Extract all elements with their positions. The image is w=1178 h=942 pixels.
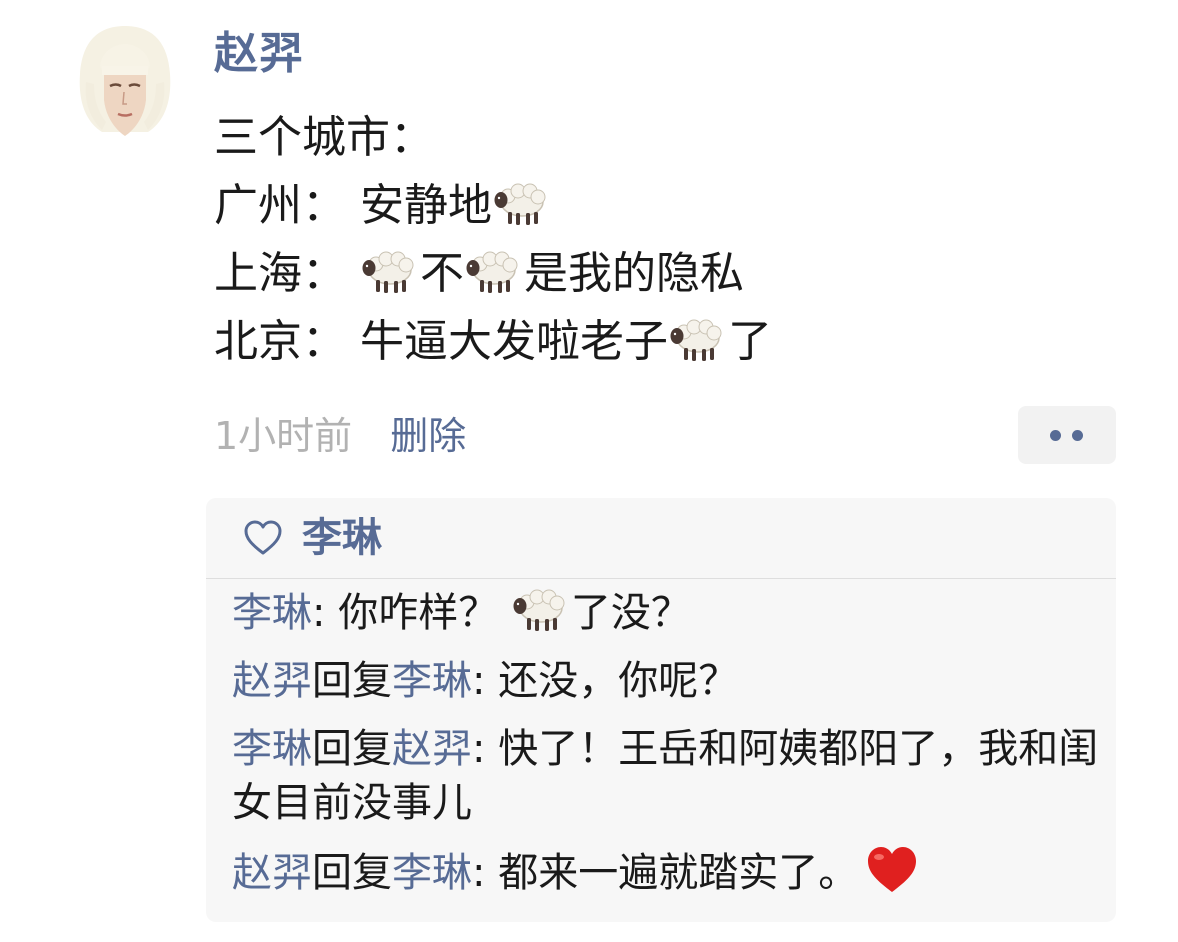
- post-line-text: 上海：: [214, 248, 360, 299]
- post-line-text: 三个城市：: [214, 112, 434, 163]
- reply-word: 回复: [312, 726, 392, 772]
- post-timestamp: 1小时前: [214, 414, 353, 458]
- post-line-text: 了: [728, 316, 772, 367]
- comment-section: 李琳 李琳: 你咋样？ 了没？ 赵羿回复李琳: 还没，你呢？ 李琳回复赵羿: 快…: [206, 498, 1116, 922]
- post-line: 北京： 牛逼大发啦老子 了: [214, 308, 1114, 376]
- comment-author[interactable]: 赵羿: [232, 658, 312, 704]
- comment-item[interactable]: 李琳: 你咋样？ 了没？: [232, 584, 1102, 640]
- avatar[interactable]: [76, 22, 174, 146]
- heart-outline-icon: [244, 520, 282, 555]
- reply-word: 回复: [312, 658, 392, 704]
- sheep-emoji-icon: [668, 314, 728, 364]
- likes-row: 李琳: [206, 498, 1116, 579]
- post-line-text: 不: [420, 248, 464, 299]
- delete-link[interactable]: 删除: [390, 414, 466, 458]
- reply-target[interactable]: 李琳: [392, 658, 472, 704]
- post-content: 三个城市： 广州： 安静地 上海： 不 是我的隐私 北京： 牛逼大发啦老子 了: [214, 104, 1114, 376]
- more-dots-icon: [1072, 430, 1083, 441]
- post-author-name[interactable]: 赵羿: [214, 24, 304, 84]
- post-line: 广州： 安静地: [214, 172, 1114, 240]
- sheep-emoji-icon: [492, 178, 552, 228]
- comment-item[interactable]: 赵羿回复李琳: 还没，你呢？: [232, 654, 1102, 708]
- comment-text: 了没？: [570, 590, 691, 636]
- comment-text: : 还没，你呢？: [472, 658, 739, 704]
- post-line: 三个城市：: [214, 104, 1114, 172]
- more-dots-icon: [1050, 430, 1061, 441]
- comment-author[interactable]: 李琳: [232, 590, 312, 636]
- post-meta: 1小时前 删除: [214, 408, 466, 464]
- more-actions-button[interactable]: [1018, 406, 1116, 464]
- sheep-emoji-icon: [464, 246, 524, 296]
- post-line-text: 是我的隐私: [524, 248, 744, 299]
- comment-author[interactable]: 李琳: [232, 726, 312, 772]
- reply-target[interactable]: 李琳: [392, 850, 472, 896]
- comment-text: : 都来一遍就踏实了。: [472, 850, 859, 896]
- post-line-text: 北京： 牛逼大发啦老子: [214, 316, 668, 367]
- comment-text: : 你咋样？: [312, 590, 511, 636]
- liker-name[interactable]: 李琳: [302, 510, 382, 566]
- comment-item[interactable]: 赵羿回复李琳: 都来一遍就踏实了。: [232, 844, 1102, 900]
- comment-author[interactable]: 赵羿: [232, 850, 312, 896]
- comment-item[interactable]: 李琳回复赵羿: 快了！王岳和阿姨都阳了，我和闺女目前没事儿: [232, 722, 1102, 830]
- reply-word: 回复: [312, 850, 392, 896]
- reply-target[interactable]: 赵羿: [392, 726, 472, 772]
- sheep-emoji-icon: [511, 584, 571, 634]
- post-line: 上海： 不 是我的隐私: [214, 240, 1114, 308]
- comment-list: 李琳: 你咋样？ 了没？ 赵羿回复李琳: 还没，你呢？ 李琳回复赵羿: 快了！王…: [232, 584, 1102, 914]
- sheep-emoji-icon: [360, 246, 420, 296]
- red-heart-emoji-icon: [868, 847, 917, 892]
- post-line-text: 广州： 安静地: [214, 180, 492, 231]
